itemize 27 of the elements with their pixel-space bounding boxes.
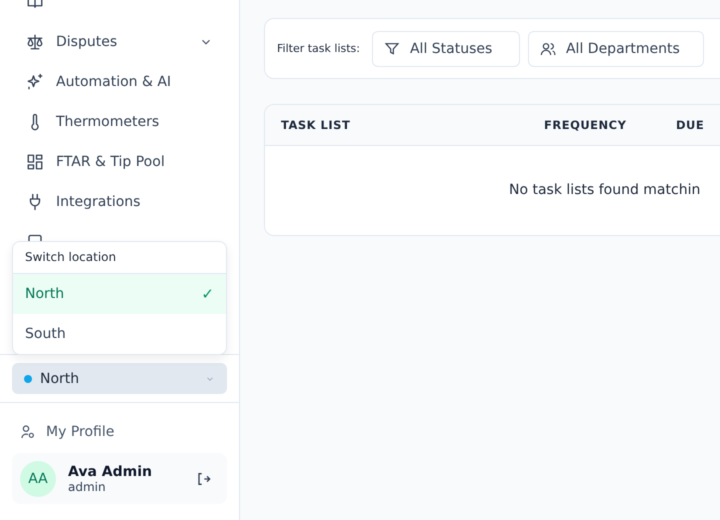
avatar: AA <box>20 460 56 496</box>
users-icon <box>540 40 556 56</box>
nav-item[interactable]: Automation & AI <box>12 62 227 102</box>
department-filter[interactable]: All Departments <box>528 30 704 66</box>
location-option[interactable]: North ✓ <box>13 274 226 314</box>
column-header: DUE <box>676 118 704 132</box>
user-name: Ava Admin <box>68 464 153 480</box>
nav-item[interactable]: FTAR & Tip Pool <box>12 142 227 182</box>
empty-message: No task lists found matchin <box>509 182 700 198</box>
user-gear-icon <box>20 424 36 440</box>
nav-item[interactable]: Integrations <box>12 182 227 222</box>
device-icon[interactable] <box>26 234 44 243</box>
filter-icon <box>384 40 400 56</box>
filter-label: Filter task lists: <box>277 42 360 55</box>
column-header: TASK LIST <box>281 118 352 132</box>
status-filter[interactable]: All Statuses <box>372 30 520 66</box>
nav-item[interactable]: Disputes <box>12 22 227 62</box>
profile-link[interactable]: My Profile <box>12 421 227 443</box>
grid-icon <box>26 153 44 171</box>
check-icon: ✓ <box>201 285 214 303</box>
scale-icon <box>26 33 44 51</box>
nav-item[interactable]: Thermometers <box>12 102 227 142</box>
location-select[interactable]: North <box>12 363 227 394</box>
user-role: admin <box>68 480 107 494</box>
location-option[interactable]: South <box>13 314 226 354</box>
sparkles-icon <box>26 73 44 91</box>
column-header: FREQUENCY <box>544 118 628 132</box>
